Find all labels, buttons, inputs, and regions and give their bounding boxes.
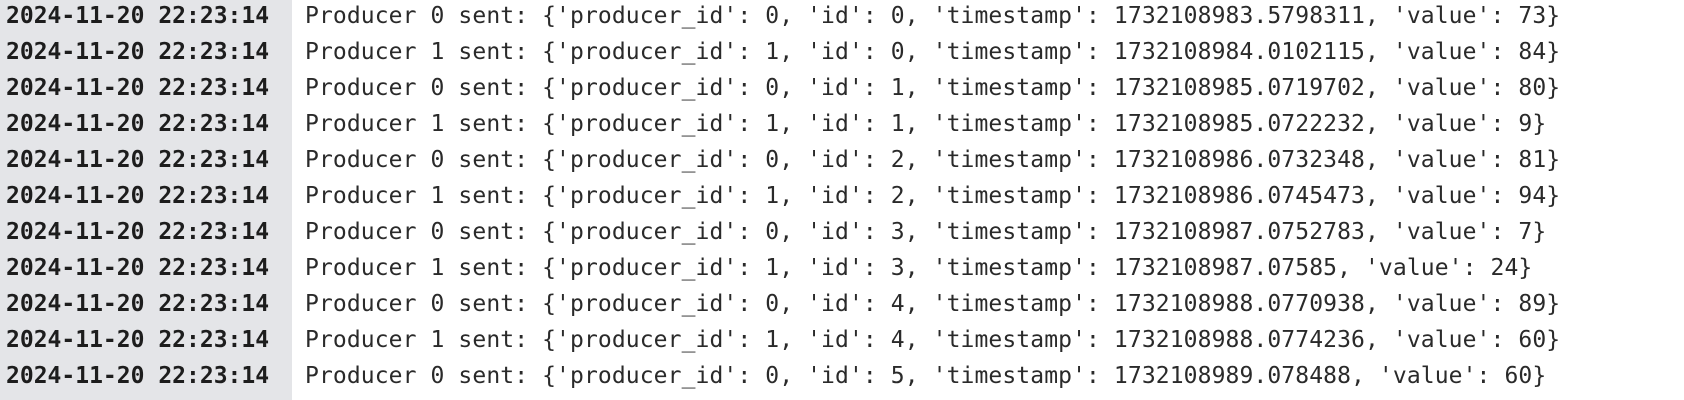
log-output-panel[interactable]: 2024-11-20 22:23:14 Producer 0 sent: {'pr… (0, 0, 1684, 400)
log-message: Producer 1 sent: {'producer_id': 1, 'id'… (305, 327, 1561, 353)
log-line: 2024-11-20 22:23:14 Producer 1 sent: {'pr… (0, 106, 1684, 142)
log-line: 2024-11-20 22:23:14 Producer 0 sent: {'pr… (0, 358, 1684, 394)
log-message: Producer 0 sent: {'producer_id': 0, 'id'… (305, 363, 1547, 389)
log-timestamp: 2024-11-20 22:23:14 (6, 255, 270, 281)
log-line: 2024-11-20 22:23:14 Producer 0 sent: {'pr… (0, 0, 1684, 34)
log-line: 2024-11-20 22:23:14 Producer 0 sent: {'pr… (0, 70, 1684, 106)
log-message: Producer 0 sent: {'producer_id': 0, 'id'… (305, 219, 1547, 245)
log-message: Producer 1 sent: {'producer_id': 1, 'id'… (305, 111, 1547, 137)
log-lines: 2024-11-20 22:23:14 Producer 0 sent: {'pr… (0, 0, 1684, 394)
log-line: 2024-11-20 22:23:14 Producer 1 sent: {'pr… (0, 250, 1684, 286)
log-message: Producer 1 sent: {'producer_id': 1, 'id'… (305, 39, 1561, 65)
log-line: 2024-11-20 22:23:14 Producer 1 sent: {'pr… (0, 178, 1684, 214)
log-timestamp: 2024-11-20 22:23:14 (6, 363, 270, 389)
log-timestamp: 2024-11-20 22:23:14 (6, 291, 270, 317)
log-message: Producer 0 sent: {'producer_id': 0, 'id'… (305, 147, 1561, 173)
log-line: 2024-11-20 22:23:14 Producer 1 sent: {'pr… (0, 322, 1684, 358)
log-timestamp: 2024-11-20 22:23:14 (6, 3, 270, 29)
log-message: Producer 0 sent: {'producer_id': 0, 'id'… (305, 291, 1561, 317)
log-timestamp: 2024-11-20 22:23:14 (6, 183, 270, 209)
log-timestamp: 2024-11-20 22:23:14 (6, 75, 270, 101)
log-timestamp: 2024-11-20 22:23:14 (6, 147, 270, 173)
log-line: 2024-11-20 22:23:14 Producer 0 sent: {'pr… (0, 142, 1684, 178)
log-timestamp: 2024-11-20 22:23:14 (6, 39, 270, 65)
log-timestamp: 2024-11-20 22:23:14 (6, 219, 270, 245)
log-line: 2024-11-20 22:23:14 Producer 0 sent: {'pr… (0, 214, 1684, 250)
log-timestamp: 2024-11-20 22:23:14 (6, 111, 270, 137)
log-line: 2024-11-20 22:23:14 Producer 0 sent: {'pr… (0, 286, 1684, 322)
log-timestamp: 2024-11-20 22:23:14 (6, 327, 270, 353)
log-message: Producer 0 sent: {'producer_id': 0, 'id'… (305, 3, 1561, 29)
log-message: Producer 1 sent: {'producer_id': 1, 'id'… (305, 255, 1533, 281)
log-line: 2024-11-20 22:23:14 Producer 1 sent: {'pr… (0, 34, 1684, 70)
log-message: Producer 0 sent: {'producer_id': 0, 'id'… (305, 75, 1561, 101)
log-message: Producer 1 sent: {'producer_id': 1, 'id'… (305, 183, 1561, 209)
